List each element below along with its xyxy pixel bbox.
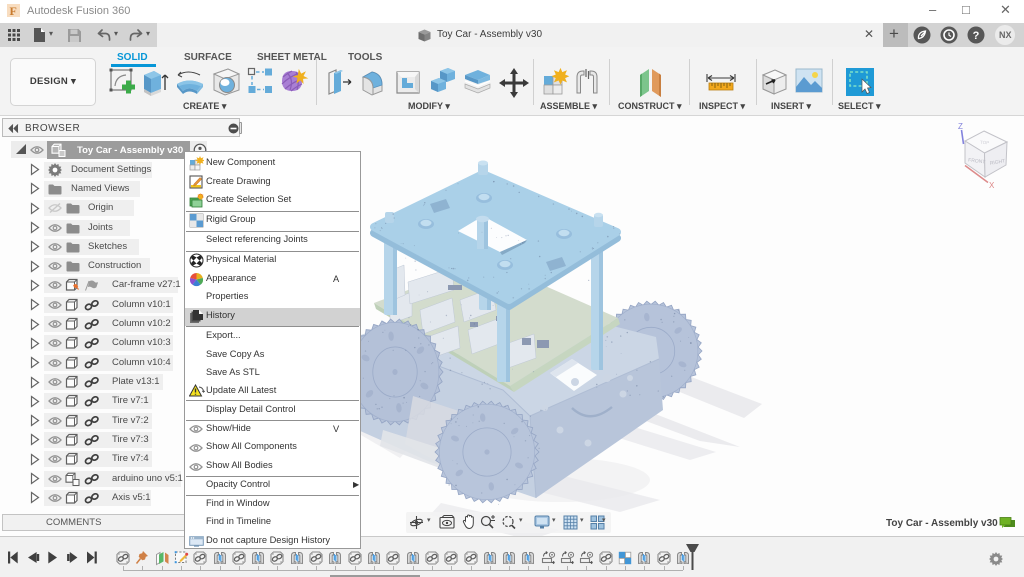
svg-text:Z: Z <box>958 122 963 131</box>
svg-text:X: X <box>989 181 995 190</box>
svg-text:?: ? <box>973 30 980 42</box>
svg-text:TOP: TOP <box>980 140 989 146</box>
